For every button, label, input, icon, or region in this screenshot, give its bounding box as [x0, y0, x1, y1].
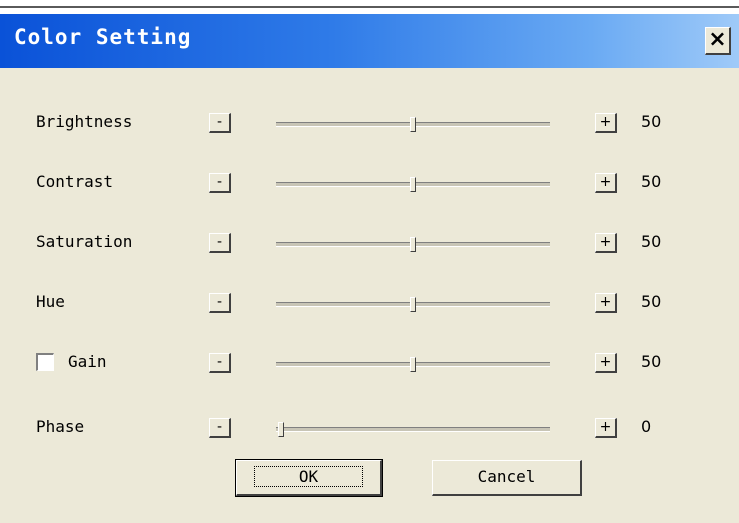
saturation-value: 50 — [641, 232, 662, 251]
title-bar[interactable]: Color Setting × — [0, 14, 739, 68]
hue-label: Hue — [36, 292, 65, 311]
phase-decrease-button[interactable]: - — [209, 418, 231, 438]
gain-checkbox[interactable] — [36, 353, 54, 371]
brightness-label: Brightness — [36, 112, 133, 131]
saturation-label: Saturation — [36, 232, 133, 251]
contrast-decrease-button[interactable]: - — [209, 173, 231, 193]
saturation-slider-thumb[interactable] — [410, 237, 416, 252]
gain-increase-button[interactable]: + — [595, 353, 617, 373]
gain-slider-thumb[interactable] — [410, 357, 416, 372]
saturation-row: Saturation - + 50 — [0, 227, 739, 257]
dialog-title: Color Setting — [14, 25, 192, 49]
gain-label: Gain — [68, 352, 107, 371]
close-button[interactable]: × — [705, 27, 731, 55]
color-setting-dialog: Color Setting × Brightness - + 50 Contra… — [0, 14, 739, 523]
cancel-button-label: Cancel — [477, 467, 536, 486]
gain-decrease-button[interactable]: - — [209, 353, 231, 373]
hue-row: Hue - + 50 — [0, 287, 739, 317]
saturation-increase-button[interactable]: + — [595, 233, 617, 253]
hue-slider-thumb[interactable] — [410, 297, 416, 312]
hue-decrease-button[interactable]: - — [209, 293, 231, 313]
hue-value: 50 — [641, 292, 662, 311]
contrast-row: Contrast - + 50 — [0, 167, 739, 197]
phase-label: Phase — [36, 417, 85, 436]
phase-slider-track[interactable] — [276, 427, 550, 432]
cancel-button[interactable]: Cancel — [432, 460, 582, 496]
contrast-increase-button[interactable]: + — [595, 173, 617, 193]
phase-value: 0 — [641, 417, 652, 436]
phase-row: Phase - + 0 — [0, 412, 739, 442]
saturation-decrease-button[interactable]: - — [209, 233, 231, 253]
contrast-slider-thumb[interactable] — [410, 177, 416, 192]
phase-increase-button[interactable]: + — [595, 418, 617, 438]
gain-row: Gain - + 50 — [0, 347, 739, 377]
brightness-value: 50 — [641, 112, 662, 131]
contrast-label: Contrast — [36, 172, 114, 191]
brightness-decrease-button[interactable]: - — [209, 113, 231, 133]
ok-button-label: OK — [253, 466, 364, 487]
gain-value: 50 — [641, 352, 662, 371]
ok-button[interactable]: OK — [235, 459, 383, 497]
phase-slider-thumb[interactable] — [278, 422, 284, 437]
brightness-slider-thumb[interactable] — [410, 117, 416, 132]
brightness-row: Brightness - + 50 — [0, 107, 739, 137]
screen-edge — [0, 0, 739, 14]
brightness-increase-button[interactable]: + — [595, 113, 617, 133]
close-icon: × — [708, 27, 727, 52]
hue-increase-button[interactable]: + — [595, 293, 617, 313]
contrast-value: 50 — [641, 172, 662, 191]
